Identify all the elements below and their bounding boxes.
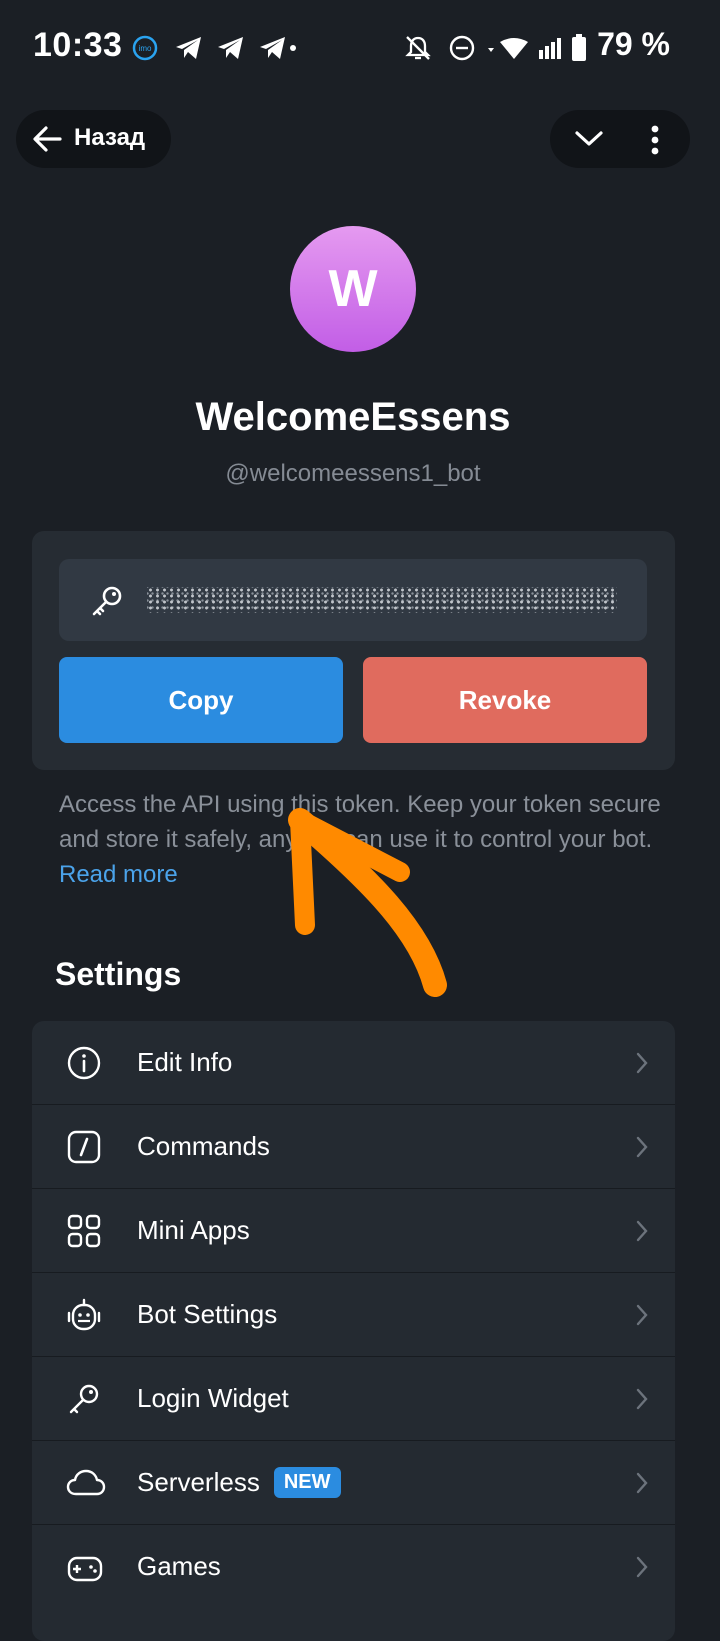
chevron-right-icon xyxy=(636,1388,648,1410)
avatar[interactable]: W xyxy=(290,226,416,352)
copy-button[interactable]: Copy xyxy=(59,657,343,743)
robot-icon xyxy=(67,1298,101,1331)
settings-item-label: Bot Settings xyxy=(137,1299,278,1329)
read-more-link[interactable]: Read more xyxy=(59,861,178,888)
info-icon xyxy=(67,1046,101,1080)
header-actions xyxy=(550,110,690,168)
status-time: 10:33 xyxy=(33,26,123,64)
back-button[interactable]: Назад xyxy=(16,110,171,168)
bot-name: WelcomeEssens xyxy=(195,395,511,439)
settings-item-serverless[interactable]: Serverless NEW xyxy=(32,1441,675,1525)
svg-text:imo: imo xyxy=(139,44,152,53)
chevron-right-icon xyxy=(636,1136,648,1158)
settings-item-label: Login Widget xyxy=(137,1383,289,1413)
chevron-right-icon xyxy=(636,1472,648,1494)
settings-item-edit-info[interactable]: Edit Info xyxy=(32,1021,675,1105)
key-icon xyxy=(92,586,122,616)
chevron-right-icon xyxy=(636,1556,648,1578)
chevron-down-icon[interactable] xyxy=(574,128,604,150)
settings-list: Edit Info Commands Mini Apps Bot Setting… xyxy=(32,1021,675,1641)
battery-icon xyxy=(572,34,586,61)
chevron-right-icon xyxy=(636,1304,648,1326)
more-vertical-icon[interactable] xyxy=(648,124,662,156)
chevron-right-icon xyxy=(636,1220,648,1242)
telegram-icon xyxy=(176,37,201,59)
settings-item-label: Edit Info xyxy=(137,1047,233,1077)
imo-icon: imo xyxy=(132,35,158,61)
new-badge: NEW xyxy=(273,1467,341,1498)
cloud-icon xyxy=(66,1469,106,1496)
key-icon xyxy=(69,1384,99,1414)
battery-percent: 79 % xyxy=(597,26,670,62)
grid-icon xyxy=(67,1214,101,1248)
arrow-left-icon xyxy=(33,126,62,152)
settings-item-label: Serverless NEW xyxy=(137,1467,341,1498)
token-value-hidden xyxy=(147,587,617,613)
avatar-letter: W xyxy=(328,260,378,318)
token-description: Access the API using this token. Keep yo… xyxy=(59,787,679,892)
status-bar: 10:33 imo 79 % xyxy=(0,0,720,100)
signal-icon xyxy=(539,38,561,59)
telegram-icon xyxy=(218,37,243,59)
token-description-text: Access the API using this token. Keep yo… xyxy=(59,791,661,853)
settings-item-login-widget[interactable]: Login Widget xyxy=(32,1357,675,1441)
command-icon xyxy=(67,1130,101,1164)
token-field[interactable] xyxy=(59,559,647,641)
telegram-icon xyxy=(260,37,296,59)
gamepad-icon xyxy=(67,1556,103,1582)
wifi-icon xyxy=(488,38,528,59)
chevron-right-icon xyxy=(636,1052,648,1074)
settings-item-commands[interactable]: Commands xyxy=(32,1105,675,1189)
bell-off-icon xyxy=(405,36,431,60)
settings-item-mini-apps[interactable]: Mini Apps xyxy=(32,1189,675,1273)
settings-item-label: Commands xyxy=(137,1131,270,1161)
settings-item-label: Mini Apps xyxy=(137,1215,250,1245)
dnd-icon xyxy=(449,35,475,61)
token-card: Copy Revoke xyxy=(32,531,675,770)
back-label: Назад xyxy=(74,124,146,151)
settings-item-bot-settings[interactable]: Bot Settings xyxy=(32,1273,675,1357)
settings-item-label: Games xyxy=(137,1551,221,1581)
settings-title: Settings xyxy=(55,956,182,992)
settings-item-games[interactable]: Games xyxy=(32,1525,675,1609)
bot-username: @welcomeessens1_bot xyxy=(225,460,481,487)
revoke-button[interactable]: Revoke xyxy=(363,657,647,743)
